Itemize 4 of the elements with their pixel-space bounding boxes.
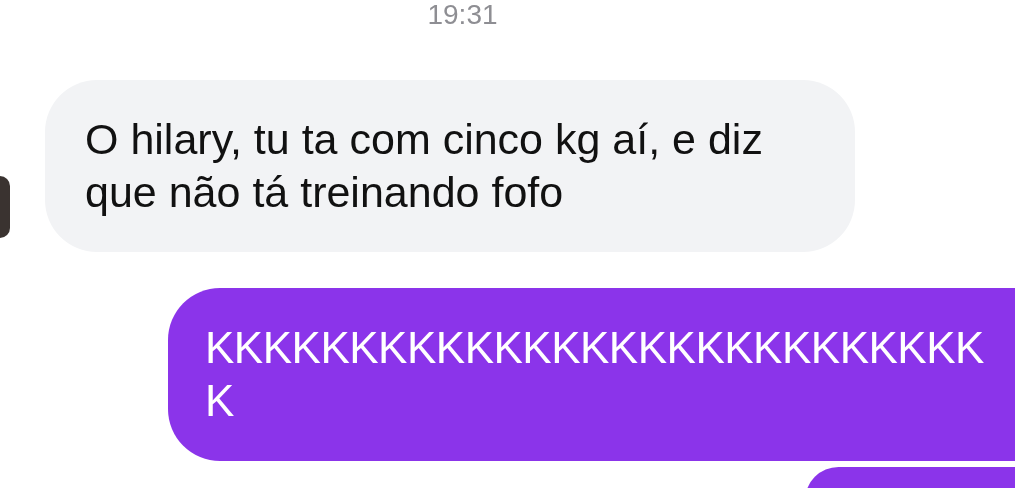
avatar[interactable]: [0, 176, 10, 238]
message-bubble: O hilary, tu ta com cinco kg aí, e diz que não tá treinando fofo: [45, 80, 855, 252]
message-bubble: KKKKKKKKKKKKKKKKKKKKKKKKKKKK: [168, 288, 1015, 461]
message-time: 19:31: [427, 0, 498, 30]
